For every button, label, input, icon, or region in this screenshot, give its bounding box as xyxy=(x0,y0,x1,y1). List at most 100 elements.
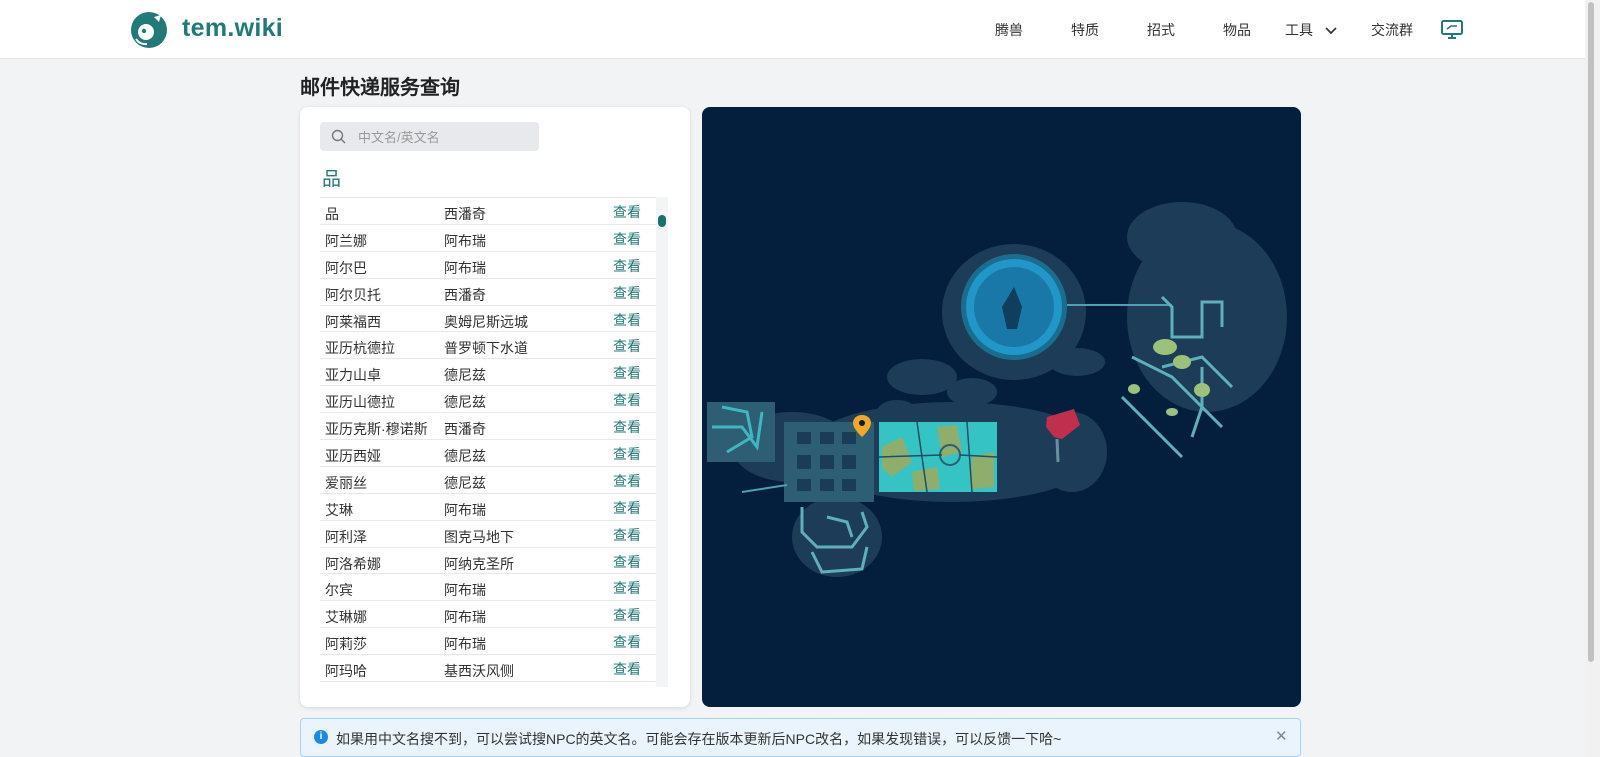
view-link[interactable]: 查看 xyxy=(613,283,641,303)
npc-name: 爱丽丝 xyxy=(325,474,367,491)
npc-table: 品西潘奇 查看 阿兰娜 阿布瑞 查看 阿尔巴 阿布瑞 查看 阿尔贝托 西潘奇 查看 阿莱福西 奥姆尼斯远… xyxy=(320,197,656,688)
table-row: 亚历杭德拉 普罗顿下水道 查看 xyxy=(320,332,656,360)
npc-name: 阿利泽 xyxy=(325,528,367,545)
npc-name: 阿玛哈 xyxy=(325,663,367,680)
npc-name: 亚历杭德拉 xyxy=(325,340,395,357)
map-canvas xyxy=(707,202,1287,577)
alert-message: 如果用中文名搜不到，可以尝试搜NPC的英文名。可能会存在版本更新后NPC改名，如… xyxy=(336,731,1062,747)
npc-location: 基西沃风侧 xyxy=(444,663,514,680)
nav-tools-label: 工具 xyxy=(1285,22,1313,38)
table-row: 亚历西娅 德尼兹 查看 xyxy=(320,440,656,467)
table-row: 阿兰娜 阿布瑞 查看 xyxy=(320,225,656,252)
info-icon: i xyxy=(314,730,328,744)
npc-name: 亚历西娅 xyxy=(325,448,381,465)
npc-location: 德尼兹 xyxy=(444,367,486,384)
view-link[interactable]: 查看 xyxy=(613,471,641,491)
list-scrollbar[interactable] xyxy=(656,197,668,687)
table-row: 阿玛哈 基西沃风侧 查看 xyxy=(320,655,656,683)
table-row: 艾琳 阿布瑞 查看 xyxy=(320,494,656,521)
table-row: 品 西潘奇 查看 xyxy=(320,198,656,225)
page-title: 邮件快递服务查询 xyxy=(300,77,460,99)
npc-location: 西潘奇 xyxy=(444,286,486,303)
npc-name: 亚历克斯·穆诺斯 xyxy=(325,421,428,438)
npc-name: 亚力山卓 xyxy=(325,367,381,384)
search-box[interactable] xyxy=(320,122,539,153)
close-icon[interactable]: ✕ xyxy=(1275,727,1288,745)
nav-tools[interactable]: 工具 xyxy=(1285,20,1337,40)
table-row: 阿尔贝托 西潘奇 查看 xyxy=(320,279,656,306)
search-icon xyxy=(331,129,346,144)
npc-location: 阿纳克圣所 xyxy=(444,555,514,572)
view-link[interactable]: 查看 xyxy=(613,310,641,330)
view-link[interactable]: 查看 xyxy=(613,390,641,410)
table-row: 阿莉莎 阿布瑞 查看 xyxy=(320,628,656,656)
npc-location: 阿布瑞 xyxy=(444,582,486,599)
top-header: tem.wiki 腾兽 特质 招式 物品 工具 交流群 xyxy=(0,0,1585,59)
view-link[interactable]: 查看 xyxy=(613,605,641,625)
table-row: 尔宾 阿布瑞 查看 xyxy=(320,574,656,602)
brand-name[interactable]: tem.wiki xyxy=(182,14,283,43)
npc-name: 阿尔贝托 xyxy=(325,286,381,303)
table-row: 阿洛希娜 阿纳克圣所 查看 xyxy=(320,548,656,575)
page-scrollbar[interactable] xyxy=(1585,0,1600,757)
npc-location: 阿布瑞 xyxy=(444,259,486,276)
view-link[interactable]: 查看 xyxy=(613,202,641,222)
table-row: 亚力山卓 德尼兹 查看 xyxy=(320,359,656,387)
npc-name: 阿尔巴 xyxy=(325,259,367,276)
view-link[interactable]: 查看 xyxy=(613,336,641,356)
nav-items[interactable]: 物品 xyxy=(1223,20,1251,40)
npc-name: 阿兰娜 xyxy=(325,232,367,249)
table-row: 阿利泽 图克马地下 查看 xyxy=(320,521,656,548)
view-link[interactable]: 查看 xyxy=(613,632,641,652)
npc-name: 亚历山德拉 xyxy=(325,394,395,411)
nav-community[interactable]: 交流群 xyxy=(1371,20,1413,40)
view-link[interactable]: 查看 xyxy=(613,229,641,249)
npc-location: 奥姆尼斯远城 xyxy=(444,313,528,330)
table-row: 艾琳娜 阿布瑞 查看 xyxy=(320,601,656,629)
npc-location: 西潘奇 xyxy=(444,206,486,222)
view-link[interactable]: 查看 xyxy=(613,417,641,437)
query-label: 品 xyxy=(322,169,342,190)
chevron-down-icon xyxy=(1325,27,1337,35)
npc-name: 尔宾 xyxy=(325,582,353,599)
nav-tems[interactable]: 腾兽 xyxy=(995,20,1023,40)
view-link[interactable]: 查看 xyxy=(613,659,641,679)
npc-location: 德尼兹 xyxy=(444,474,486,491)
view-link[interactable]: 查看 xyxy=(613,444,641,464)
npc-name: 阿洛希娜 xyxy=(325,555,381,572)
view-link[interactable]: 查看 xyxy=(613,363,641,383)
npc-location: 阿布瑞 xyxy=(444,636,486,653)
nav-traits[interactable]: 特质 xyxy=(1071,20,1099,40)
npc-location: 阿布瑞 xyxy=(444,501,486,518)
npc-list-panel: 品 品西潘奇查看阿兰娜阿布瑞查看阿尔巴阿布瑞查看阿尔贝托西潘奇查看阿莱福西奥姆尼… xyxy=(300,107,690,707)
view-link[interactable]: 查看 xyxy=(613,525,641,545)
view-link[interactable]: 查看 xyxy=(613,256,641,276)
npc-name: 艾琳 xyxy=(325,501,353,518)
npc-location: 德尼兹 xyxy=(444,394,486,411)
npc-name: 品 xyxy=(325,206,339,222)
page-scrollbar-thumb[interactable] xyxy=(1588,2,1594,662)
list-scrollbar-thumb[interactable] xyxy=(658,215,666,227)
table-row: 爱丽丝 德尼兹 查看 xyxy=(320,467,656,494)
npc-name: 阿莉莎 xyxy=(325,636,367,653)
table-row: 亚历山德拉 德尼兹 查看 xyxy=(320,386,656,414)
search-input[interactable] xyxy=(356,122,535,153)
world-map[interactable] xyxy=(702,107,1301,707)
npc-name: 艾琳娜 xyxy=(325,609,367,626)
table-row: 阿尔巴 阿布瑞 查看 xyxy=(320,252,656,279)
info-alert: i 如果用中文名搜不到，可以尝试搜NPC的英文名。可能会存在版本更新后NPC改名… xyxy=(300,718,1301,757)
npc-location: 阿布瑞 xyxy=(444,609,486,626)
npc-location: 德尼兹 xyxy=(444,448,486,465)
monitor-icon[interactable] xyxy=(1441,20,1463,40)
table-row: 阿莱福西 奥姆尼斯远城 查看 xyxy=(320,306,656,333)
view-link[interactable]: 查看 xyxy=(613,498,641,518)
nav-techniques[interactable]: 招式 xyxy=(1147,20,1175,40)
npc-location: 图克马地下 xyxy=(444,528,514,545)
npc-location: 阿布瑞 xyxy=(444,232,486,249)
npc-location: 普罗顿下水道 xyxy=(444,340,528,357)
view-link[interactable]: 查看 xyxy=(613,552,641,572)
tem-logo-icon[interactable] xyxy=(130,11,168,49)
table-row: 亚历克斯·穆诺斯 西潘奇 查看 xyxy=(320,413,656,441)
npc-location: 西潘奇 xyxy=(444,421,486,438)
view-link[interactable]: 查看 xyxy=(613,578,641,598)
